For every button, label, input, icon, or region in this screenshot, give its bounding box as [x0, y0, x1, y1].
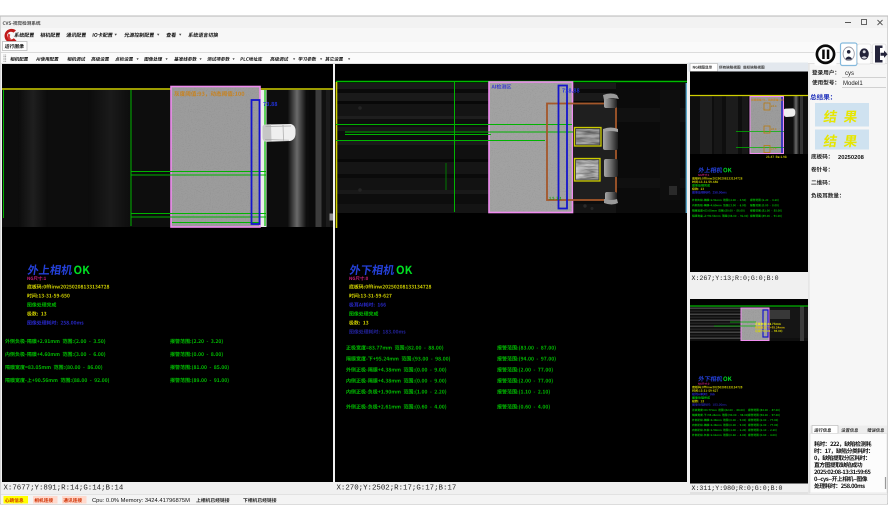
svg-text:cys: cys	[845, 71, 854, 77]
svg-text:Model1: Model1	[843, 81, 863, 87]
svg-text:X:267;Y:13;R:0;G:0;B:0: X:267;Y:13;R:0;G:0;B:0	[692, 275, 779, 282]
svg-text:X:311;Y:980;R:0;G:0;B:0: X:311;Y:980;R:0;G:0;B:0	[692, 485, 783, 492]
svg-text:X:7677;Y:891;R:14;G:14;B:14: X:7677;Y:891;R:14;G:14;B:14	[4, 484, 124, 492]
svg-text:Cpu: 0.0% Memory: 3424.4179687: Cpu: 0.0% Memory: 3424.41796875M	[92, 498, 190, 504]
svg-text:20250208: 20250208	[838, 155, 865, 161]
svg-text:X:270;Y:2502;R:17;G:17;B:17: X:270;Y:2502;R:17;G:17;B:17	[337, 484, 457, 492]
